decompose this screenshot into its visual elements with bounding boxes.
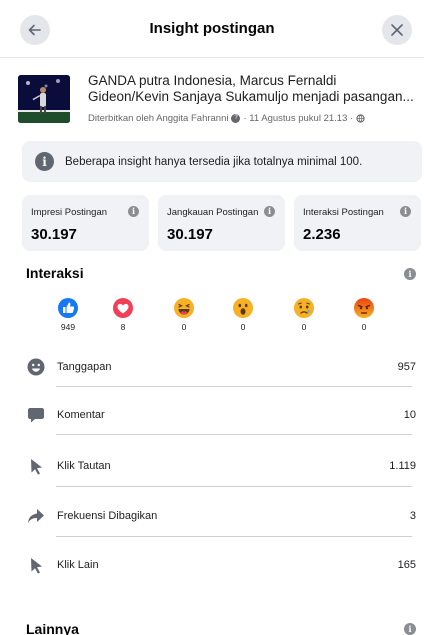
post-date[interactable]: · 11 Agustus pukul 21.13 · xyxy=(243,113,353,124)
globe-icon xyxy=(356,114,365,123)
sad-icon xyxy=(294,298,314,318)
metric-value: 957 xyxy=(397,361,416,373)
reaction-count: 0 xyxy=(301,322,307,332)
info-icon[interactable]: i xyxy=(404,268,416,280)
reaction-count: 8 xyxy=(120,322,126,332)
metric-value: 10 xyxy=(403,409,416,421)
info-icon[interactable]: i xyxy=(404,623,416,635)
metric-value: 165 xyxy=(397,559,416,571)
post-author[interactable]: Diterbitkan oleh Anggita Fahranni xyxy=(88,113,228,124)
post-summary[interactable]: GANDA putra Indonesia, Marcus Fernaldi G… xyxy=(18,73,414,128)
other-title: Lainnya xyxy=(26,621,79,635)
cursor-icon xyxy=(26,456,46,476)
angry-icon xyxy=(354,298,374,318)
post-title[interactable]: GANDA putra Indonesia, Marcus Fernaldi G… xyxy=(88,73,414,105)
wow-icon xyxy=(233,298,253,318)
stat-card-reach: Jangkauan Postingan i 30.197 xyxy=(158,195,285,251)
close-button[interactable] xyxy=(382,15,412,45)
stat-value: 30.197 xyxy=(31,226,77,243)
back-button[interactable] xyxy=(20,15,50,45)
reaction-count: 949 xyxy=(60,322,76,332)
notice-text: Beberapa insight hanya tersedia jika tot… xyxy=(65,155,363,168)
reaction-count: 0 xyxy=(361,322,367,332)
stat-label: Jangkauan Postingan xyxy=(167,207,259,218)
metric-row-comments[interactable]: Komentar 10 xyxy=(26,404,416,426)
metric-label: Komentar xyxy=(57,409,105,421)
info-icon[interactable]: i xyxy=(128,206,139,217)
comment-icon xyxy=(26,405,46,425)
love-icon xyxy=(113,298,133,318)
smiley-icon xyxy=(26,357,46,377)
reaction-count: 0 xyxy=(181,322,187,332)
stat-value: 30.197 xyxy=(167,226,213,243)
metric-value: 3 xyxy=(409,510,416,522)
info-icon: i xyxy=(35,152,54,171)
help-icon[interactable]: ? xyxy=(231,114,241,123)
reaction-count: 0 xyxy=(240,322,246,332)
stat-card-impressions: Impresi Postingan i 30.197 xyxy=(22,195,149,251)
interactions-title: Interaksi xyxy=(26,265,84,281)
reaction-sad[interactable]: 0 xyxy=(284,297,324,332)
metric-row-link-clicks[interactable]: Klik Tautan 1.119 xyxy=(26,455,416,477)
reaction-love[interactable]: 8 xyxy=(103,297,143,332)
metric-label: Frekuensi Dibagikan xyxy=(57,510,158,522)
divider xyxy=(56,386,412,387)
stat-value: 2.236 xyxy=(303,226,341,243)
metric-row-other-clicks[interactable]: Klik Lain 165 xyxy=(26,554,416,576)
post-meta: Diterbitkan oleh Anggita Fahranni ? · 11… xyxy=(88,113,365,124)
share-icon xyxy=(26,506,46,526)
metric-label: Klik Lain xyxy=(57,559,99,571)
divider xyxy=(56,486,412,487)
divider xyxy=(56,536,412,537)
metric-label: Klik Tautan xyxy=(57,460,111,472)
metric-row-responses[interactable]: Tanggapan 957 xyxy=(26,356,416,378)
metric-row-shares[interactable]: Frekuensi Dibagikan 3 xyxy=(26,505,416,527)
dialog-title: Insight postingan xyxy=(149,20,275,37)
reaction-angry[interactable]: 0 xyxy=(344,297,384,332)
cursor-icon xyxy=(26,555,46,575)
insight-notice: i Beberapa insight hanya tersedia jika t… xyxy=(22,141,422,182)
arrow-left-icon xyxy=(28,24,41,36)
haha-icon xyxy=(174,298,194,318)
stat-card-engagement: Interaksi Postingan i 2.236 xyxy=(294,195,421,251)
reaction-haha[interactable]: 0 xyxy=(164,297,204,332)
close-icon xyxy=(391,24,403,36)
like-icon xyxy=(58,298,78,318)
info-icon[interactable]: i xyxy=(400,206,411,217)
dialog-header: Insight postingan xyxy=(0,0,424,58)
divider xyxy=(56,434,412,435)
stat-label: Impresi Postingan xyxy=(31,207,108,218)
post-thumbnail xyxy=(18,75,70,123)
reaction-wow[interactable]: 0 xyxy=(223,297,263,332)
metric-value: 1.119 xyxy=(389,460,416,472)
info-icon[interactable]: i xyxy=(264,206,275,217)
reaction-like[interactable]: 949 xyxy=(48,297,88,332)
metric-label: Tanggapan xyxy=(57,361,112,373)
stat-label: Interaksi Postingan xyxy=(303,207,384,218)
